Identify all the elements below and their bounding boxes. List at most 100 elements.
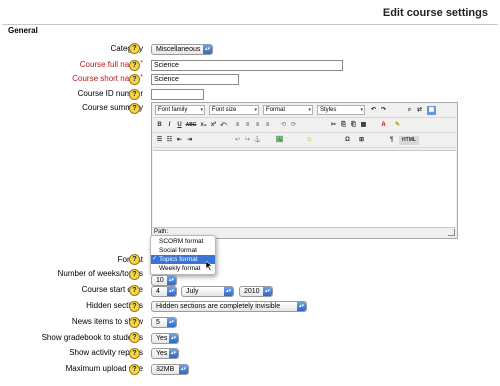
checkmark-icon: ✓ bbox=[152, 256, 158, 262]
help-icon[interactable]: ? bbox=[129, 103, 140, 114]
help-icon[interactable]: ? bbox=[129, 364, 140, 375]
undo-icon[interactable]: ↶ bbox=[369, 106, 378, 115]
underline-button[interactable]: U bbox=[175, 121, 184, 130]
editor-content-area[interactable] bbox=[153, 150, 456, 228]
bullet-list-icon[interactable]: ☰ bbox=[155, 136, 164, 145]
showgrades-select[interactable]: Yes ▴▾ bbox=[151, 333, 179, 344]
select-arrow-icon: ▴▾ bbox=[263, 287, 272, 296]
special-char-icon[interactable]: Ω bbox=[343, 136, 352, 145]
highlight-icon[interactable]: ✎ bbox=[393, 121, 402, 130]
subscript-button[interactable]: x₂ bbox=[199, 121, 208, 130]
editor-toolbar-row3: ☰ ☷ ⇤ ⇥ ↩ ↪ ⚓ 🖼 ☺ Ω ⊞ ¶ HTML bbox=[153, 133, 456, 148]
select-arrow-icon: ▴▾ bbox=[169, 349, 178, 358]
summary-editor: Font family ▾ Font size ▾ Format ▾ Styles ▾ … bbox=[151, 102, 458, 239]
link-icon[interactable]: ↩ bbox=[233, 136, 242, 145]
help-icon[interactable]: ? bbox=[129, 74, 140, 85]
fullscreen-icon[interactable]: ▣ bbox=[427, 106, 436, 115]
select-arrow-icon: ▴▾ bbox=[203, 45, 212, 54]
html-source-button[interactable]: HTML bbox=[399, 136, 419, 145]
paste-icon[interactable]: ⎗ bbox=[349, 121, 358, 130]
showgrades-label: Show gradebook to students bbox=[41, 333, 143, 342]
section-legend: General bbox=[8, 26, 38, 35]
hiddensections-value: Hidden sections are completely invisible bbox=[156, 303, 281, 310]
replace-icon[interactable]: ⇄ bbox=[415, 106, 424, 115]
idnumber-input[interactable] bbox=[151, 89, 204, 100]
help-icon[interactable]: ? bbox=[129, 332, 140, 343]
select-arrow-icon: ▴▾ bbox=[167, 276, 176, 285]
image-icon[interactable]: 🖼 bbox=[275, 136, 284, 145]
redo-icon[interactable]: ⟳ bbox=[289, 121, 298, 130]
select-arrow-icon: ▴▾ bbox=[167, 318, 176, 327]
help-icon[interactable]: ? bbox=[129, 89, 140, 100]
fullname-input[interactable]: Science bbox=[151, 60, 343, 71]
align-center-icon[interactable]: ≡ bbox=[243, 121, 252, 130]
showreports-select[interactable]: Yes ▴▾ bbox=[151, 348, 179, 359]
cleanup-icon[interactable]: ⤺ bbox=[219, 121, 228, 130]
table-icon[interactable]: ⊞ bbox=[357, 136, 366, 145]
format-block-label: Format bbox=[266, 107, 286, 113]
italic-button[interactable]: I bbox=[165, 121, 174, 130]
help-icon[interactable]: ? bbox=[129, 348, 140, 359]
paragraph-icon[interactable]: ¶ bbox=[387, 136, 396, 145]
dropdown-arrow-icon: ▾ bbox=[254, 107, 257, 113]
help-icon[interactable]: ? bbox=[129, 60, 140, 71]
maxbytes-select[interactable]: 32MB ▴▾ bbox=[151, 364, 189, 375]
indent-icon[interactable]: ⇥ bbox=[185, 136, 194, 145]
newsitems-select[interactable]: 5 ▴▾ bbox=[151, 317, 177, 328]
required-star-icon: * bbox=[140, 60, 143, 67]
numsections-select[interactable]: 10 ▴▾ bbox=[151, 275, 177, 286]
required-star-icon: * bbox=[140, 74, 143, 81]
styles-select[interactable]: Styles ▾ bbox=[317, 105, 365, 115]
startdate-month-select[interactable]: July ▴▾ bbox=[181, 286, 234, 297]
font-size-select[interactable]: Font size ▾ bbox=[209, 105, 259, 115]
emoticon-icon[interactable]: ☺ bbox=[305, 136, 314, 145]
page-title: Edit course settings bbox=[382, 7, 488, 19]
shortname-input[interactable]: Science bbox=[151, 74, 239, 85]
hiddensections-select[interactable]: Hidden sections are completely invisible… bbox=[151, 301, 307, 312]
editor-toolbar-row2: B I U ABC x₂ x² ⤺ ≡ ≡ ≡ ≡ ⟲ ⟳ ✂ ⎘ ⎗ ▦ A … bbox=[153, 118, 456, 133]
help-icon[interactable]: ? bbox=[129, 269, 140, 280]
cut-icon[interactable]: ✂ bbox=[329, 121, 338, 130]
format-option-social[interactable]: Social format bbox=[151, 246, 215, 255]
help-icon[interactable]: ? bbox=[129, 254, 140, 265]
align-right-icon[interactable]: ≡ bbox=[253, 121, 262, 130]
help-icon[interactable]: ? bbox=[129, 317, 140, 328]
help-icon[interactable]: ? bbox=[129, 301, 140, 312]
font-family-label: Font family bbox=[158, 107, 188, 113]
dropdown-arrow-icon: ▾ bbox=[200, 107, 203, 113]
find-icon[interactable]: ⌕ bbox=[405, 106, 414, 115]
maxbytes-value: 32MB bbox=[156, 366, 175, 373]
dropdown-arrow-icon: ▾ bbox=[360, 107, 363, 113]
align-justify-icon[interactable]: ≡ bbox=[263, 121, 272, 130]
help-icon[interactable]: ? bbox=[129, 43, 140, 54]
select-arrow-icon: ▴▾ bbox=[167, 287, 176, 296]
format-block-select[interactable]: Format ▾ bbox=[263, 105, 313, 115]
bold-button[interactable]: B bbox=[155, 121, 164, 130]
category-select[interactable]: Miscellaneous ▴▾ bbox=[151, 44, 213, 55]
numbered-list-icon[interactable]: ☷ bbox=[165, 136, 174, 145]
paste-word-icon[interactable]: ▦ bbox=[359, 121, 368, 130]
dropdown-arrow-icon: ▾ bbox=[308, 107, 311, 113]
strikethrough-button[interactable]: ABC bbox=[185, 121, 197, 130]
showreports-value: Yes bbox=[156, 350, 168, 357]
align-left-icon[interactable]: ≡ bbox=[233, 121, 242, 130]
mouse-cursor-icon bbox=[206, 261, 213, 271]
unlink-icon[interactable]: ↪ bbox=[243, 136, 252, 145]
font-family-select[interactable]: Font family ▾ bbox=[155, 105, 205, 115]
help-icon[interactable]: ? bbox=[129, 285, 140, 296]
startdate-day-select[interactable]: 4 ▴▾ bbox=[151, 286, 177, 297]
select-arrow-icon: ▴▾ bbox=[297, 302, 306, 311]
numsections-value: 10 bbox=[156, 277, 164, 284]
redo-icon[interactable]: ↷ bbox=[379, 106, 388, 115]
select-arrow-icon: ▴▾ bbox=[224, 287, 233, 296]
copy-icon[interactable]: ⎘ bbox=[339, 121, 348, 130]
text-color-icon[interactable]: A bbox=[379, 121, 388, 130]
startdate-year-select[interactable]: 2010 ▴▾ bbox=[239, 286, 273, 297]
format-option-scorm[interactable]: SCORM format bbox=[151, 237, 215, 246]
resize-grip-icon[interactable] bbox=[448, 229, 455, 236]
anchor-icon[interactable]: ⚓ bbox=[253, 136, 262, 145]
undo-icon[interactable]: ⟲ bbox=[279, 121, 288, 130]
styles-label: Styles bbox=[320, 107, 337, 113]
superscript-button[interactable]: x² bbox=[209, 121, 218, 130]
outdent-icon[interactable]: ⇤ bbox=[175, 136, 184, 145]
